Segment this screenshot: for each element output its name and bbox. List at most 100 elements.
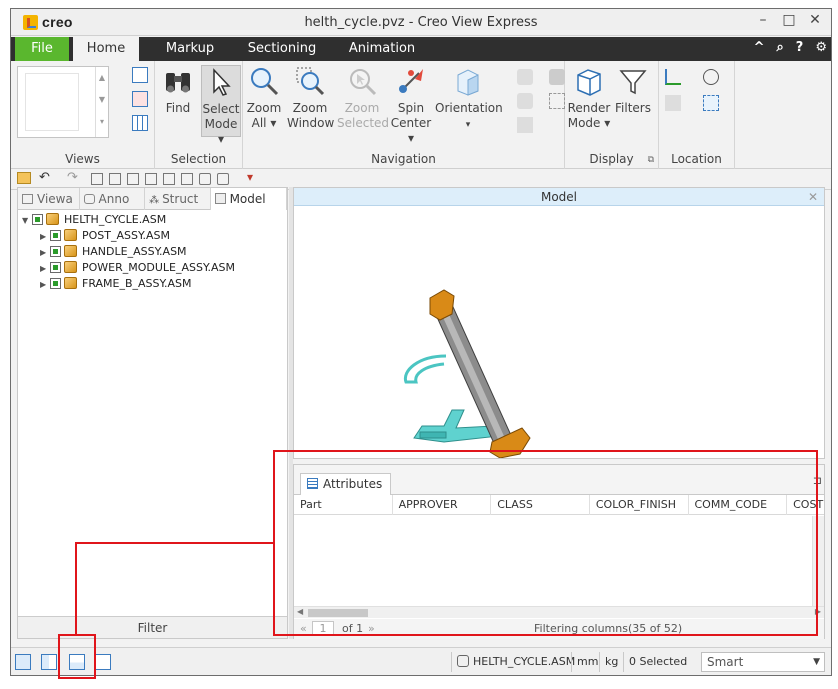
search-icon[interactable]: ⌕	[777, 40, 784, 55]
filters-button[interactable]: Filters	[613, 65, 653, 116]
expand-icon[interactable]: ▶	[40, 229, 50, 245]
view-save-icon[interactable]	[132, 67, 148, 83]
find-label: Find	[165, 101, 191, 115]
visibility-checkbox[interactable]	[50, 262, 61, 273]
qat-tool-3-icon[interactable]	[127, 173, 139, 185]
tab-animation[interactable]: Animation	[341, 37, 423, 61]
zoom-selected-label-1: Zoom	[344, 101, 380, 115]
qat-tool-1-icon[interactable]	[91, 173, 103, 185]
expand-icon[interactable]: ▶	[40, 245, 50, 261]
display-launcher-icon[interactable]: ⧉	[648, 155, 654, 165]
model-panel-title: Model	[540, 190, 578, 204]
tree-item[interactable]: ▶ HANDLE_ASSY.ASM	[18, 244, 287, 260]
tab-sectioning[interactable]: Sectioning	[239, 37, 325, 61]
help-button[interactable]: ?	[796, 40, 804, 55]
navigation-group: Zoom All ▾ Zoom Window Zoom Selected Spi…	[243, 61, 565, 169]
window-controls: – □ ✕	[753, 12, 825, 28]
tab-structure[interactable]: ⁂ Struct	[145, 188, 211, 210]
tab-model[interactable]: Model	[210, 188, 287, 210]
expand-icon[interactable]: ▶	[40, 277, 50, 293]
model-viewport[interactable]	[294, 206, 824, 458]
select-mode-label-1: Select	[202, 102, 240, 116]
tab-annotations[interactable]: Anno	[80, 188, 146, 210]
qat-tool-4-icon[interactable]	[145, 173, 157, 185]
tree-item[interactable]: ▶ FRAME_B_ASSY.ASM	[18, 276, 287, 292]
find-button[interactable]: Find	[159, 65, 197, 116]
orientation-button[interactable]: Orientation ▾	[435, 65, 503, 133]
close-icon[interactable]: ✕	[808, 188, 818, 206]
tab-views[interactable]: Viewa	[18, 188, 80, 210]
ribbon-tab-bar: File Home Markup Sectioning Animation ^ …	[11, 37, 831, 61]
select-mode-button[interactable]: Select Mode ▾	[201, 65, 241, 146]
tree-item-label: POWER_MODULE_ASSY.ASM	[82, 261, 235, 274]
undo-icon[interactable]: ↶	[39, 170, 50, 185]
nav-tool-2-icon[interactable]	[549, 69, 565, 85]
qat-customize-icon[interactable]: ▾	[247, 170, 253, 184]
gallery-scroll[interactable]: ▲ ▼ ▾	[95, 67, 108, 137]
selection-count: 0 Selected	[623, 652, 687, 672]
zoom-window-button[interactable]: Zoom Window	[287, 65, 335, 131]
maximize-button[interactable]: □	[779, 12, 799, 28]
spin-center-button[interactable]: Spin Center ▾	[389, 65, 433, 146]
zoom-all-button[interactable]: Zoom All ▾	[245, 65, 283, 131]
view-grid-icon[interactable]	[132, 115, 148, 131]
redo-icon[interactable]: ↷	[67, 170, 78, 185]
qat-tool-7-icon[interactable]	[199, 173, 211, 185]
annotation-connector-vertical	[75, 542, 77, 634]
qat-tool-5-icon[interactable]	[163, 173, 175, 185]
location-measure-icon[interactable]	[703, 69, 719, 85]
zoom-all-label-2: All ▾	[251, 116, 277, 130]
tab-home[interactable]: Home	[73, 37, 139, 61]
minimize-ribbon-button[interactable]: ^	[754, 40, 765, 55]
handle-part[interactable]	[403, 354, 447, 384]
tree-root[interactable]: ▼ HELTH_CYCLE.ASM	[18, 212, 287, 228]
qat-tool-6-icon[interactable]	[181, 173, 193, 185]
tree-item[interactable]: ▶ POST_ASSY.ASM	[18, 228, 287, 244]
location-frame-icon[interactable]	[703, 95, 719, 111]
visibility-checkbox[interactable]	[50, 246, 61, 257]
visibility-checkbox[interactable]	[50, 278, 61, 289]
views-gallery[interactable]: ▲ ▼ ▾	[17, 66, 109, 138]
visibility-checkbox[interactable]	[50, 230, 61, 241]
nav-tool-1-icon[interactable]	[517, 69, 533, 85]
tab-file[interactable]: File	[15, 37, 69, 61]
view-delete-icon[interactable]	[132, 91, 148, 107]
assembly-icon	[64, 261, 77, 273]
collapse-icon[interactable]: ▼	[22, 213, 32, 229]
nav-tool-5-icon[interactable]	[517, 117, 533, 133]
ribbon: ▲▼▾ Views Find Select Mode ▾ Selection	[11, 61, 831, 169]
zoom-window-label-1: Zoom	[292, 101, 328, 115]
qat-tool-8-icon[interactable]	[217, 173, 229, 185]
pick-mode-select[interactable]: Smart ▼	[701, 652, 825, 672]
location-axes-icon[interactable]	[665, 69, 681, 85]
zoom-selected-button[interactable]: Zoom Selected	[337, 65, 390, 131]
spin-center-icon	[399, 69, 423, 93]
tree-item-label: POST_ASSY.ASM	[82, 229, 170, 242]
filter-funnel-icon	[619, 70, 647, 95]
view-thumbnail[interactable]	[25, 73, 79, 131]
nav-tool-4-icon[interactable]	[549, 93, 565, 109]
qat-tool-2-icon[interactable]	[109, 173, 121, 185]
gear-icon[interactable]: ⚙	[815, 40, 827, 55]
layout-left-icon[interactable]	[15, 654, 31, 670]
zoom-window-label-2: Window	[287, 116, 335, 130]
layout-split-icon[interactable]	[41, 654, 57, 670]
location-tool-icon[interactable]	[665, 95, 681, 111]
tree-item[interactable]: ▶ POWER_MODULE_ASSY.ASM	[18, 260, 287, 276]
layout-single-icon[interactable]	[95, 654, 111, 670]
highlight-attributes-box	[273, 450, 818, 636]
zoom-selected-label-2: Selected	[337, 116, 390, 130]
expand-icon[interactable]: ▶	[40, 261, 50, 277]
assembly-icon	[64, 277, 77, 289]
model-name: HELTH_CYCLE.ASM	[473, 655, 576, 668]
close-button[interactable]: ✕	[805, 12, 825, 28]
open-folder-icon[interactable]	[17, 172, 31, 184]
visibility-checkbox[interactable]	[32, 214, 43, 225]
status-bar: HELTH_CYCLE.ASM mm kg 0 Selected Smart ▼	[11, 647, 831, 675]
nav-tool-3-icon[interactable]	[517, 93, 533, 109]
minimize-button[interactable]: –	[753, 12, 773, 28]
tab-markup[interactable]: Markup	[151, 37, 229, 61]
views-tab-icon	[22, 194, 33, 204]
tree-item-label: FRAME_B_ASSY.ASM	[82, 277, 192, 290]
render-mode-button[interactable]: Render Mode ▾	[567, 65, 611, 131]
